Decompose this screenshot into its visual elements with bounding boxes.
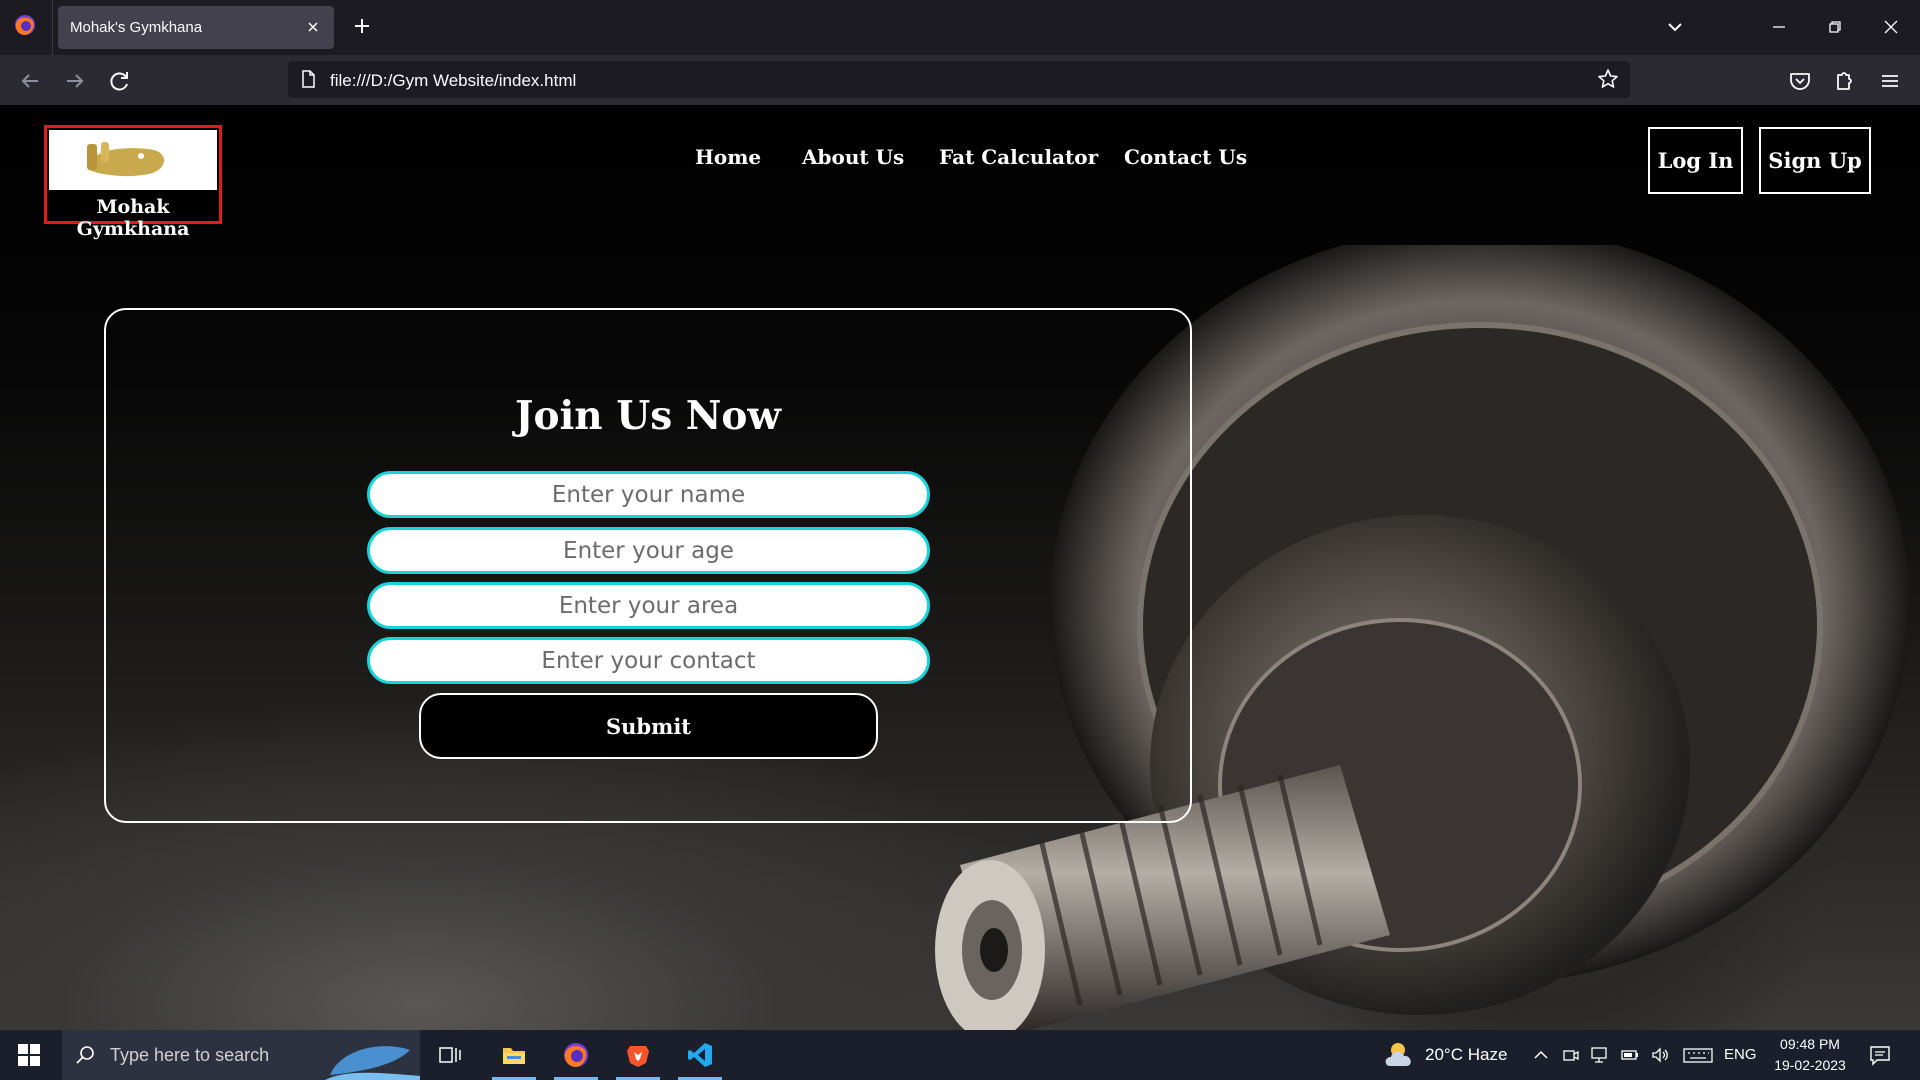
battery-icon[interactable] (1620, 1045, 1640, 1065)
clock[interactable]: 09:48 PM 19-02-2023 (1760, 1034, 1860, 1076)
signup-button[interactable]: Sign Up (1759, 127, 1871, 194)
join-form-card: Join Us Now Submit (104, 308, 1192, 823)
task-view-icon (439, 1047, 461, 1063)
taskbar-firefox[interactable] (550, 1030, 602, 1080)
clock-time: 09:48 PM (1780, 1036, 1840, 1052)
nav-link-contact-us[interactable]: Contact Us (1124, 145, 1247, 169)
search-icon (76, 1046, 94, 1064)
tab-title: Mohak's Gymkhana (70, 19, 203, 36)
folder-icon (503, 1048, 525, 1064)
meet-camera-icon[interactable] (1561, 1045, 1581, 1065)
form-title: Join Us Now (515, 393, 781, 439)
network-icon[interactable] (1590, 1045, 1610, 1065)
windows-start-icon[interactable] (18, 1044, 40, 1066)
forward-arrow-icon[interactable] (61, 67, 89, 95)
windows-taskbar: Type here to search 20°C Haze ENG 09:48 … (0, 1030, 1920, 1080)
volume-icon[interactable] (1650, 1045, 1670, 1065)
page-background: Mohak Gymkhana Home About Us Fat Calcula… (0, 105, 1920, 1030)
bookmark-star-icon[interactable] (1596, 67, 1620, 91)
taskbar-file-explorer[interactable] (488, 1030, 540, 1080)
taskbar-brave[interactable] (612, 1030, 664, 1080)
close-tab-icon[interactable] (302, 16, 324, 38)
restore-icon[interactable] (1822, 14, 1848, 40)
area-input[interactable] (367, 582, 930, 629)
browser-tab[interactable]: Mohak's Gymkhana (58, 6, 334, 49)
age-input[interactable] (367, 527, 930, 574)
touch-keyboard-icon[interactable] (1683, 1045, 1713, 1065)
weather-text[interactable]: 20°C Haze (1425, 1045, 1507, 1065)
back-arrow-icon[interactable] (16, 67, 44, 95)
chevron-up-icon[interactable] (1531, 1045, 1551, 1065)
nav-link-home[interactable]: Home (695, 145, 761, 169)
submit-button[interactable]: Submit (419, 693, 878, 759)
pocket-icon[interactable] (1786, 67, 1814, 95)
new-tab-plus-icon[interactable] (350, 14, 374, 38)
firefox-icon (564, 1043, 588, 1067)
url-text[interactable]: file:///D:/Gym Website/index.html (330, 71, 576, 91)
clock-date: 19-02-2023 (1774, 1057, 1846, 1073)
url-bar[interactable]: file:///D:/Gym Website/index.html (288, 61, 1630, 98)
firefox-logo-icon[interactable] (14, 14, 36, 36)
search-placeholder: Type here to search (110, 1045, 270, 1065)
menu-hamburger-icon[interactable] (1876, 67, 1904, 95)
vscode-icon (688, 1043, 712, 1067)
chevron-down-icon[interactable] (1662, 14, 1688, 40)
close-window-icon[interactable] (1878, 14, 1904, 40)
search-highlight-whale-icon (325, 1046, 420, 1080)
page-icon (302, 70, 315, 88)
site-logo-text: Mohak Gymkhana (76, 196, 190, 240)
language-indicator[interactable]: ENG (1724, 1046, 1757, 1063)
contact-input[interactable] (367, 637, 930, 684)
browser-nav-bar: file:///D:/Gym Website/index.html (0, 55, 1920, 105)
dumbbell-logo-icon (49, 130, 217, 190)
minimize-icon[interactable] (1766, 14, 1792, 40)
task-view-button[interactable] (424, 1030, 476, 1080)
reload-icon[interactable] (106, 67, 134, 95)
extensions-icon[interactable] (1830, 67, 1858, 95)
brave-lion-icon (627, 1046, 649, 1067)
notification-icon[interactable] (1869, 1044, 1891, 1066)
nav-link-about-us[interactable]: About Us (802, 145, 904, 169)
nav-link-fat-calculator[interactable]: Fat Calculator (939, 145, 1098, 169)
browser-tab-bar: Mohak's Gymkhana (0, 0, 1920, 55)
taskbar-search-box[interactable]: Type here to search (62, 1030, 420, 1080)
taskbar-vscode[interactable] (674, 1030, 726, 1080)
name-input[interactable] (367, 471, 930, 518)
tab-separator (52, 0, 53, 55)
login-button[interactable]: Log In (1648, 127, 1743, 194)
weather-cloud-icon[interactable] (1384, 1040, 1418, 1070)
site-logo[interactable]: Mohak Gymkhana (44, 125, 222, 240)
